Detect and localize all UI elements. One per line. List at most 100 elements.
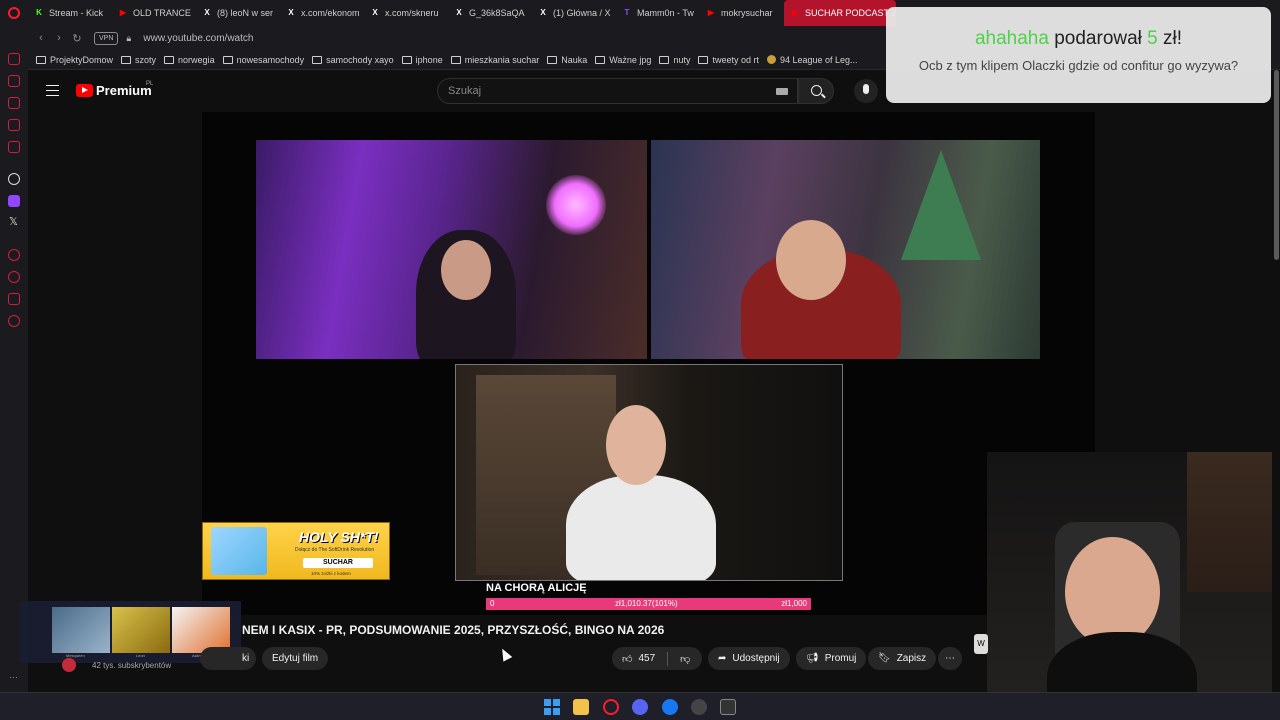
folder-icon (401, 55, 412, 64)
bookmark-item[interactable]: iphone (401, 55, 443, 65)
channel-avatar[interactable] (62, 658, 76, 672)
share-button[interactable]: ➦ Udostępnij (708, 647, 790, 670)
edit-video-label: Edytuj film (272, 653, 319, 664)
back-icon[interactable]: ‹ (32, 32, 50, 44)
shopping-icon[interactable] (8, 97, 20, 109)
messenger-icon[interactable] (8, 53, 20, 65)
scrollbar-thumb[interactable] (1274, 70, 1279, 260)
analytics-label: ki (242, 653, 250, 664)
like-button[interactable]: 👍︎ 457 (622, 653, 655, 665)
vpn-badge[interactable]: VPN (94, 31, 119, 45)
more-options-icon[interactable]: ⋯ (9, 672, 18, 683)
reload-icon[interactable]: ↻ (68, 32, 86, 45)
tab-favicon-icon: ▶ (119, 8, 127, 17)
tab-label: (8) leoN w ser (217, 8, 274, 18)
discord-icon[interactable] (632, 699, 648, 715)
file-explorer-icon[interactable] (573, 699, 589, 715)
donation-amount: 5 (1147, 28, 1158, 49)
bookmark-label: Nauka (561, 54, 588, 65)
camera-feed-center (455, 364, 843, 581)
bookmark-label: samochody xayo (326, 54, 394, 65)
forward-icon[interactable]: › (50, 32, 68, 44)
browser-tab[interactable]: ▶ mokrysuchar (700, 0, 784, 26)
skin-name-2: Leon (136, 653, 145, 658)
bookmark-item[interactable]: mieszkania suchar (450, 55, 539, 65)
search-button[interactable] (798, 78, 834, 104)
bookmark-label: szoty (135, 54, 157, 65)
x-twitter-icon[interactable]: 𝕏 (9, 215, 18, 228)
microphone-icon[interactable] (854, 79, 878, 103)
keyboard-icon[interactable] (776, 88, 788, 95)
whatsapp-icon[interactable] (8, 119, 20, 131)
chatgpt-icon[interactable] (8, 173, 20, 185)
folder-icon (222, 55, 233, 64)
terminal-icon[interactable] (720, 699, 736, 715)
twitch-icon[interactable] (8, 195, 20, 207)
lock-icon[interactable]: 🔒︎ (126, 33, 135, 43)
save-button[interactable]: 🔖︎ Zapisz (868, 647, 937, 670)
bookmark-item[interactable]: nowesamochody (222, 55, 304, 65)
menu-icon[interactable] (46, 85, 59, 96)
tab-label: x.com/ekonom (301, 8, 360, 18)
more-actions-button[interactable]: ⋯ (938, 647, 962, 670)
bookmark-item[interactable]: Nauka (547, 55, 587, 65)
steam-icon[interactable] (691, 699, 707, 715)
side-tab-button[interactable]: W (974, 634, 988, 654)
bookmark-item[interactable]: tweety od rt (698, 55, 759, 65)
music-icon[interactable] (8, 141, 20, 153)
folder-icon (36, 55, 46, 64)
tab-favicon-icon: T (624, 8, 630, 17)
skin-rifle-icon (52, 607, 110, 653)
tab-label: SUCHAR PODCAST 2 (805, 8, 896, 18)
donation-alert: ahahaha podarował 5 zł! Ocb z tym klipem… (886, 7, 1271, 103)
youtube-logo-icon[interactable] (76, 84, 93, 97)
url-field[interactable]: www.youtube.com/watch (143, 33, 253, 44)
promote-button[interactable]: 📢︎ Promuj (796, 647, 867, 670)
donation-currency: zł! (1163, 28, 1183, 49)
dislike-button[interactable]: 👎︎ (680, 653, 690, 665)
bookmark-item[interactable]: samochody xayo (312, 55, 394, 65)
browser-tab[interactable]: T Mamm0n - Tw (616, 0, 700, 26)
browser-tab[interactable]: X G_36k8SaQA (448, 0, 532, 26)
bookmark-item[interactable]: norwegia (164, 55, 215, 65)
sponsor-note: 10% zniżki z kodem (311, 571, 351, 576)
edit-video-button[interactable]: Edytuj film (262, 647, 329, 670)
youtube-brand[interactable]: Premium (96, 83, 152, 98)
browser-tab[interactable]: Xx.com/skneru (364, 0, 448, 26)
facebook-icon[interactable] (662, 699, 678, 715)
opera-taskbar-icon[interactable] (603, 699, 619, 715)
opera-logo-icon[interactable] (0, 0, 28, 26)
streamer-center (566, 475, 716, 580)
browser-tab[interactable]: K Stream - Kick (28, 0, 112, 26)
donation-headline: ahahaha podarował 5 zł! (886, 28, 1271, 50)
browser-tab[interactable]: ▶ OLD TRANCE (112, 0, 196, 26)
analytics-button[interactable]: ki (200, 647, 256, 670)
thumbs-up-icon: 👍︎ (622, 653, 633, 665)
settings-icon[interactable] (8, 315, 20, 327)
bookmark-item[interactable]: ProjektyDomow (36, 55, 113, 65)
bookmark-item[interactable]: nuty (659, 55, 690, 65)
skin-knife-icon (112, 607, 170, 653)
more-icon: ⋯ (945, 653, 955, 664)
search-input[interactable]: Szukaj (437, 78, 798, 104)
windows-taskbar (0, 692, 1280, 720)
donation-message: Ocb z tym klipem Olaczki gdzie od confit… (918, 58, 1239, 73)
browser-tab[interactable]: Xx.com/ekonom (280, 0, 364, 26)
folder-icon (164, 55, 175, 64)
save-label: Zapisz (896, 653, 927, 664)
bookmark-item[interactable]: 94 League of Leg... (766, 55, 858, 65)
sponsor-subtitle: Dołącz do The SoftDrink Revolution (295, 547, 375, 553)
browser-tab[interactable]: ▶ SUCHAR PODCAST 2 (784, 0, 896, 26)
bookmark-item[interactable]: Ważne jpg (595, 55, 651, 65)
product-image (211, 527, 267, 575)
donation-action: podarował (1054, 28, 1142, 49)
refresh-sidebar-icon[interactable] (8, 75, 20, 87)
clock-icon[interactable] (8, 249, 20, 261)
windows-start-icon[interactable] (544, 699, 560, 715)
chat-icon[interactable] (8, 293, 20, 305)
bookmark-item[interactable]: szoty (121, 55, 156, 65)
browser-tab[interactable]: X (8) leoN w ser (196, 0, 280, 26)
history-icon[interactable] (8, 271, 20, 283)
lol-icon (766, 55, 776, 64)
browser-tab[interactable]: X (1) Główna / X (532, 0, 616, 26)
